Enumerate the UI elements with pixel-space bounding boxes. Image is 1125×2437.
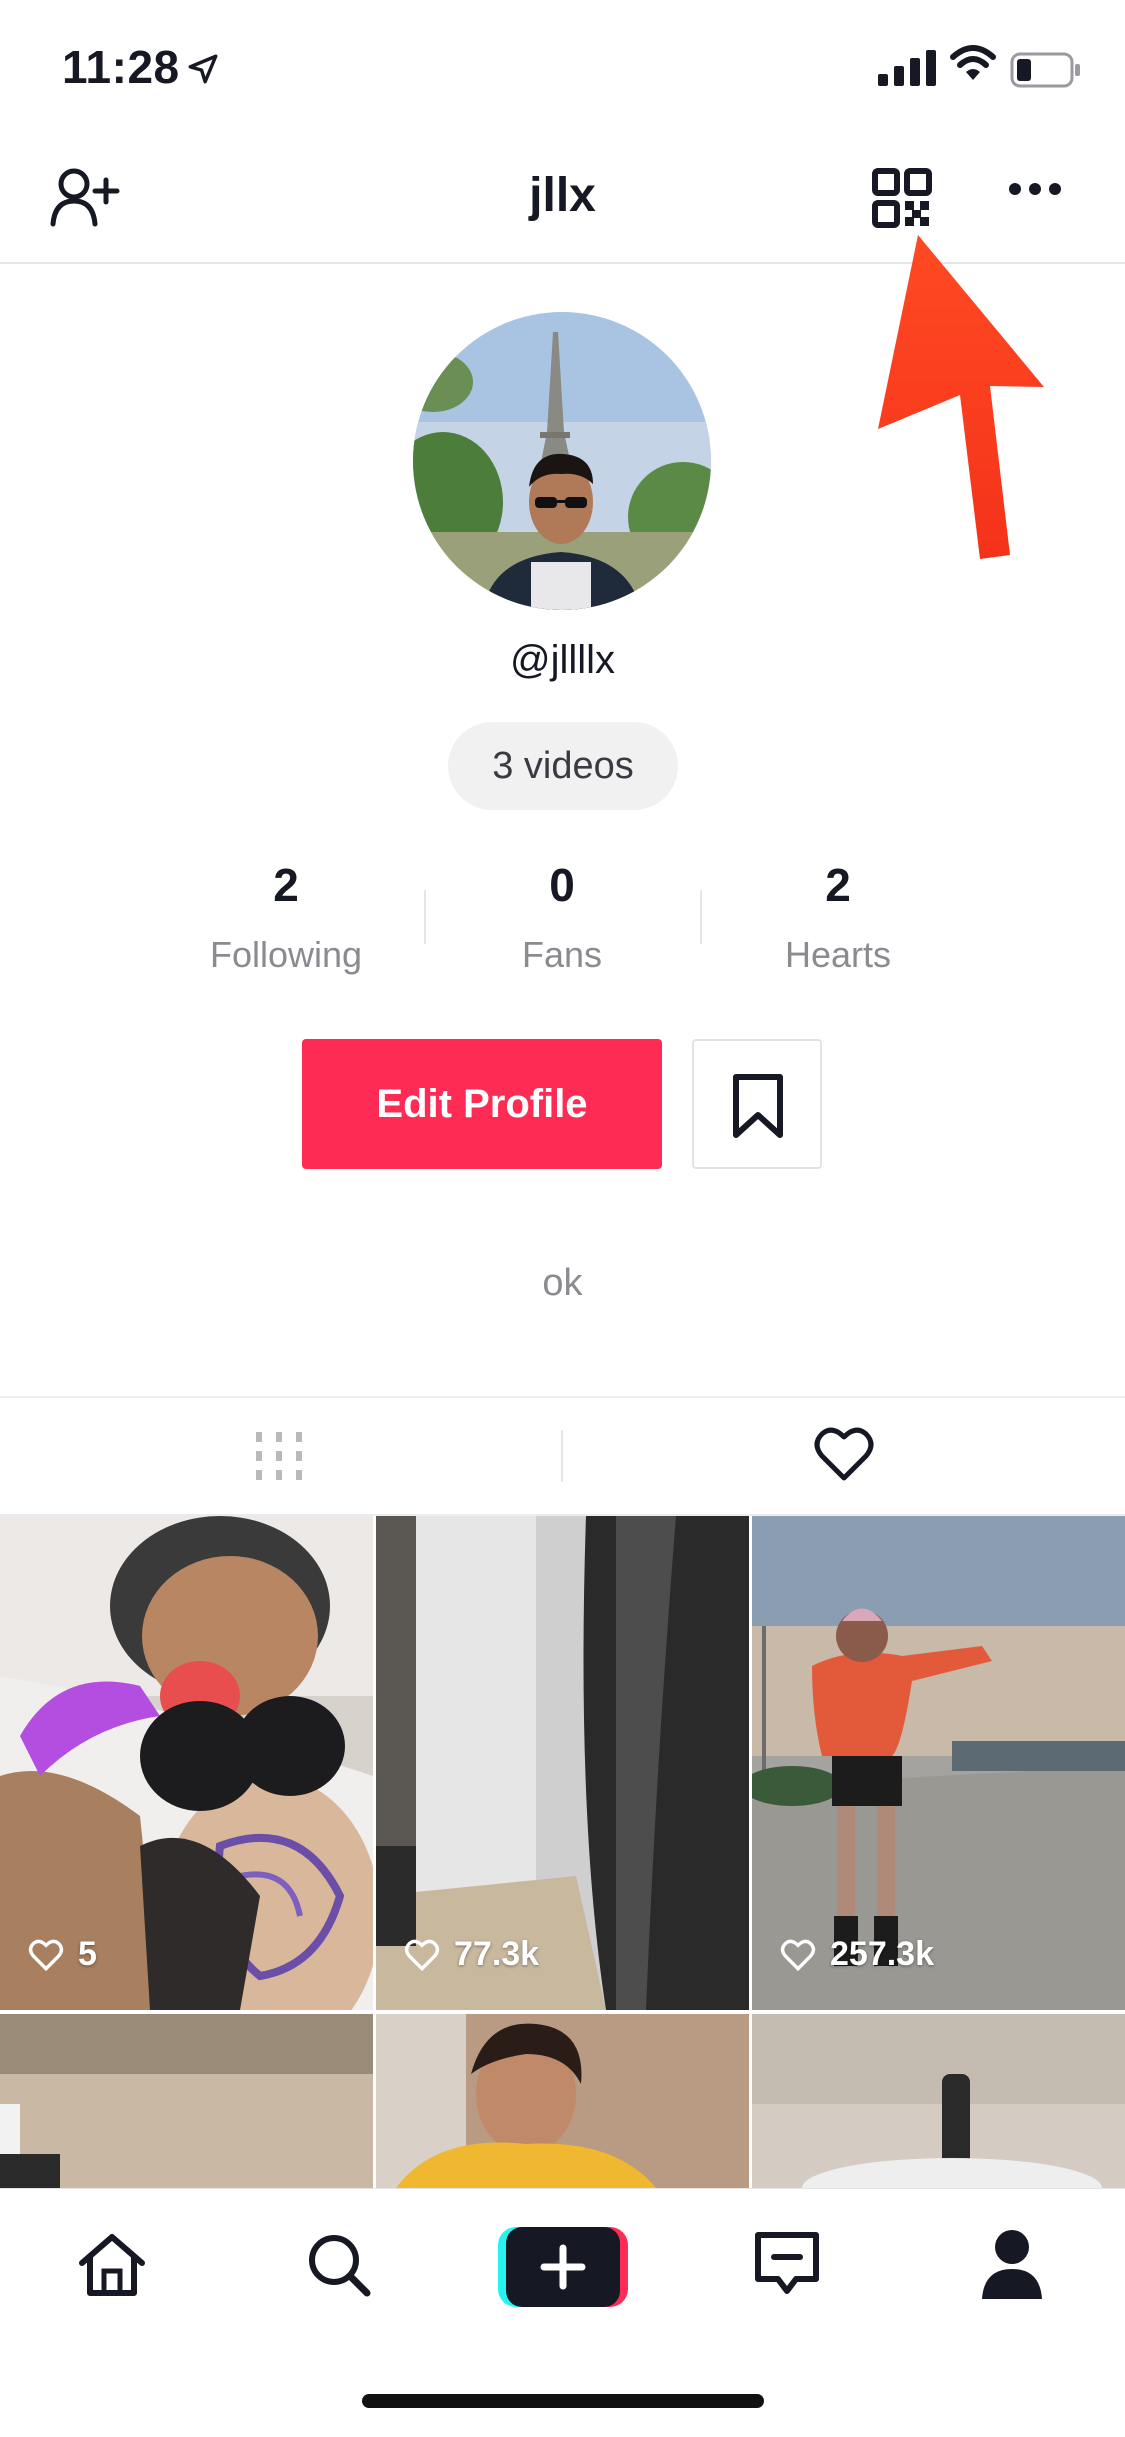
video-likes: 257.3k	[780, 1935, 934, 1974]
signal-icon	[878, 50, 936, 86]
likes-count: 5	[78, 1935, 97, 1973]
stat-value: 2	[825, 859, 851, 911]
bio-text: ok	[542, 1262, 583, 1304]
tabs-divider-top	[0, 1396, 1125, 1398]
search-icon[interactable]	[305, 2231, 373, 2299]
favorites-button[interactable]	[692, 1039, 822, 1169]
wifi-icon	[950, 45, 996, 80]
stat-value: 2	[273, 859, 299, 911]
video-tile[interactable]: 5	[0, 1516, 373, 2010]
home-icon[interactable]	[76, 2231, 148, 2299]
video-tile[interactable]	[376, 2014, 749, 2188]
profile-icon[interactable]	[980, 2227, 1044, 2301]
likes-count: 257.3k	[830, 1935, 934, 1973]
grid-icon[interactable]	[254, 1430, 304, 1482]
heart-icon	[780, 1939, 816, 1971]
create-button[interactable]	[498, 2227, 628, 2307]
heart-icon	[404, 1939, 440, 1971]
annotation-arrow	[878, 235, 1044, 559]
edit-profile-button[interactable]: Edit Profile	[302, 1039, 662, 1169]
stat-label: Fans	[521, 934, 603, 975]
stat-following[interactable]: 2 Following	[146, 858, 426, 976]
video-tile[interactable]	[752, 2014, 1125, 2188]
status-time: 11:28	[62, 41, 180, 93]
avatar[interactable]	[413, 312, 711, 610]
heart-icon[interactable]	[814, 1426, 874, 1482]
stat-fans[interactable]: 0 Fans	[422, 858, 702, 976]
tab-divider	[561, 1430, 563, 1482]
stat-hearts[interactable]: 2 Hearts	[698, 858, 978, 976]
stat-label: Hearts	[784, 934, 892, 975]
inbox-icon[interactable]	[752, 2229, 822, 2299]
likes-count: 77.3k	[454, 1935, 540, 1973]
home-indicator	[362, 2394, 764, 2408]
video-tile[interactable]	[0, 2014, 373, 2188]
battery-icon	[1010, 52, 1080, 88]
page-title: jllx	[529, 169, 596, 222]
username: @jllllx	[509, 638, 616, 682]
videos-count-badge[interactable]: 3 videos	[448, 722, 678, 810]
qr-code-icon[interactable]	[872, 168, 932, 228]
video-tile[interactable]: 257.3k	[752, 1516, 1125, 2010]
video-tile[interactable]: 77.3k	[376, 1516, 749, 2010]
more-icon[interactable]	[1008, 180, 1062, 198]
video-likes: 77.3k	[404, 1935, 539, 1974]
bookmark-icon	[733, 1074, 783, 1138]
stat-value: 0	[549, 859, 575, 911]
plus-icon	[540, 2244, 586, 2290]
video-likes: 5	[28, 1935, 97, 1974]
navigation-arrow-icon	[188, 54, 218, 84]
heart-icon	[28, 1939, 64, 1971]
stat-label: Following	[209, 934, 363, 975]
